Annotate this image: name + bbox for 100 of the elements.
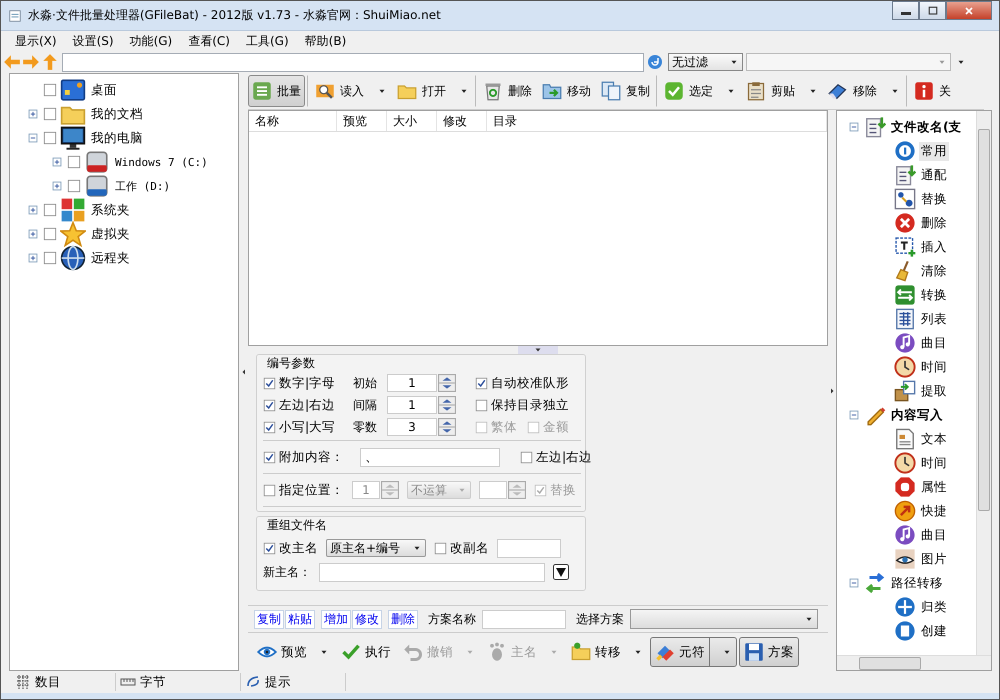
menu-item[interactable]: 设置(S) bbox=[64, 32, 122, 50]
link[interactable]: 删除 bbox=[388, 610, 418, 628]
expand-icon[interactable] bbox=[50, 155, 64, 169]
link[interactable]: 增加 bbox=[321, 610, 351, 628]
column-header[interactable]: 大小 bbox=[387, 111, 437, 131]
tree-item[interactable]: 文件改名(支 bbox=[889, 118, 964, 136]
toolbar-button[interactable]: 剪贴 bbox=[742, 75, 822, 107]
checkbox[interactable] bbox=[67, 155, 81, 169]
number-field[interactable]: 1 bbox=[387, 374, 437, 392]
tree-item[interactable]: 时间 bbox=[919, 358, 949, 376]
tree-item[interactable]: 时间 bbox=[919, 454, 949, 472]
menu-item[interactable]: 查看(C) bbox=[180, 32, 238, 50]
dropdown[interactable]: 原主名+编号 bbox=[326, 539, 426, 557]
toolbar-button[interactable]: 关 bbox=[906, 75, 955, 107]
collapse-icon[interactable] bbox=[847, 576, 861, 590]
checkbox[interactable] bbox=[434, 542, 447, 554]
expand-icon[interactable] bbox=[26, 227, 40, 241]
text-field[interactable]: 、 bbox=[360, 448, 500, 466]
menu-item[interactable]: 工具(G) bbox=[238, 32, 297, 50]
menu-item[interactable]: 帮助(B) bbox=[296, 32, 354, 50]
link[interactable]: 修改 bbox=[352, 610, 382, 628]
number-field[interactable]: 1 bbox=[387, 396, 437, 414]
toolbar-button[interactable]: 删除 bbox=[475, 75, 536, 107]
toolbar-button[interactable]: 移除 bbox=[824, 75, 904, 107]
column-header[interactable]: 名称 bbox=[249, 111, 337, 131]
text-field[interactable] bbox=[482, 610, 566, 628]
toolbar-button[interactable]: 转移 bbox=[566, 637, 648, 667]
up-arrow-icon[interactable] bbox=[41, 53, 59, 71]
scrollbar[interactable] bbox=[976, 111, 991, 656]
scrollbar-thumb[interactable] bbox=[978, 129, 990, 511]
toolbar-button[interactable]: 方案 bbox=[739, 637, 799, 667]
tree-item[interactable]: 内容写入 bbox=[889, 406, 945, 424]
checkbox[interactable] bbox=[43, 203, 57, 217]
expand-icon[interactable] bbox=[26, 107, 40, 121]
toolbar-button[interactable]: 复制 bbox=[597, 75, 654, 107]
number-field[interactable]: 3 bbox=[387, 418, 437, 436]
dropdown[interactable] bbox=[630, 609, 818, 629]
checkbox[interactable] bbox=[43, 131, 57, 145]
tree-item[interactable]: 创建 bbox=[919, 622, 949, 640]
tree-item[interactable]: 工作 (D:) bbox=[113, 178, 172, 194]
toolbar-button[interactable]: 选定 bbox=[656, 75, 740, 107]
spin-buttons[interactable] bbox=[438, 418, 456, 436]
toolbar-button[interactable]: 元符 bbox=[650, 637, 737, 667]
tree-item[interactable]: 系统夹 bbox=[89, 200, 132, 220]
scrollbar-thumb[interactable] bbox=[859, 657, 921, 670]
menu-item[interactable]: 功能(G) bbox=[122, 32, 180, 50]
toolbar-button[interactable]: 预览 bbox=[252, 637, 334, 667]
checkbox[interactable] bbox=[43, 227, 57, 241]
toolbar-button[interactable]: 执行 bbox=[336, 637, 396, 667]
checkbox[interactable] bbox=[67, 179, 81, 193]
checkbox[interactable] bbox=[520, 450, 533, 464]
checkbox[interactable] bbox=[475, 376, 488, 390]
checkbox[interactable] bbox=[263, 398, 276, 412]
forward-arrow-icon[interactable] bbox=[22, 53, 40, 71]
tree-item[interactable]: 常用 bbox=[919, 142, 949, 160]
spin-buttons[interactable] bbox=[508, 481, 526, 499]
toolbar-button[interactable]: 打开 bbox=[393, 75, 473, 107]
expand-icon[interactable] bbox=[50, 179, 64, 193]
filter-text-dropdown[interactable] bbox=[746, 53, 951, 71]
collapse-icon[interactable] bbox=[847, 120, 861, 134]
checkbox[interactable] bbox=[43, 251, 57, 265]
link[interactable]: 复制 bbox=[254, 610, 284, 628]
tree-item[interactable]: 属性 bbox=[919, 478, 949, 496]
go-icon[interactable] bbox=[647, 54, 663, 70]
spin-buttons[interactable] bbox=[438, 374, 456, 392]
checkbox[interactable] bbox=[43, 83, 57, 97]
expand-arrow-icon[interactable] bbox=[828, 386, 836, 394]
tree-item[interactable]: 替换 bbox=[919, 190, 949, 208]
tree-item[interactable]: 文本 bbox=[919, 430, 949, 448]
tree-item[interactable]: 通配 bbox=[919, 166, 949, 184]
expand-icon[interactable] bbox=[26, 203, 40, 217]
toolbar-button[interactable]: 移动 bbox=[538, 75, 595, 107]
close-button[interactable] bbox=[946, 1, 992, 20]
checkbox[interactable] bbox=[263, 450, 276, 464]
back-arrow-icon[interactable] bbox=[3, 53, 21, 71]
filter-dropdown[interactable]: 无过滤 bbox=[668, 53, 743, 71]
toolbar-button[interactable]: 读入 bbox=[307, 75, 391, 107]
tree-item[interactable]: 我的电脑 bbox=[89, 128, 145, 148]
tree-item[interactable]: 远程夹 bbox=[89, 248, 132, 268]
number-field[interactable] bbox=[479, 481, 507, 499]
tree-item[interactable]: Windows 7 (C:) bbox=[113, 154, 210, 170]
address-field[interactable] bbox=[62, 52, 644, 72]
checkbox[interactable] bbox=[263, 542, 276, 554]
tree-item[interactable]: 清除 bbox=[919, 262, 949, 280]
tree-item[interactable]: 快捷 bbox=[919, 502, 949, 520]
minimize-button[interactable] bbox=[892, 1, 919, 20]
column-header[interactable]: 预览 bbox=[337, 111, 387, 131]
toolbar-button[interactable]: 批量 bbox=[248, 75, 305, 107]
tree-item[interactable]: 虚拟夹 bbox=[89, 224, 132, 244]
column-header[interactable]: 修改 bbox=[437, 111, 487, 131]
maximize-button[interactable] bbox=[919, 1, 946, 20]
checkbox[interactable] bbox=[263, 420, 276, 434]
scrollbar[interactable] bbox=[837, 655, 991, 670]
tree-item[interactable]: 插入 bbox=[919, 238, 949, 256]
checkbox[interactable] bbox=[43, 107, 57, 121]
expand-icon[interactable] bbox=[26, 251, 40, 265]
column-header[interactable]: 目录 bbox=[487, 111, 827, 131]
text-field[interactable] bbox=[497, 538, 561, 558]
dropdown-button[interactable] bbox=[553, 564, 569, 580]
checkbox[interactable] bbox=[263, 484, 276, 496]
